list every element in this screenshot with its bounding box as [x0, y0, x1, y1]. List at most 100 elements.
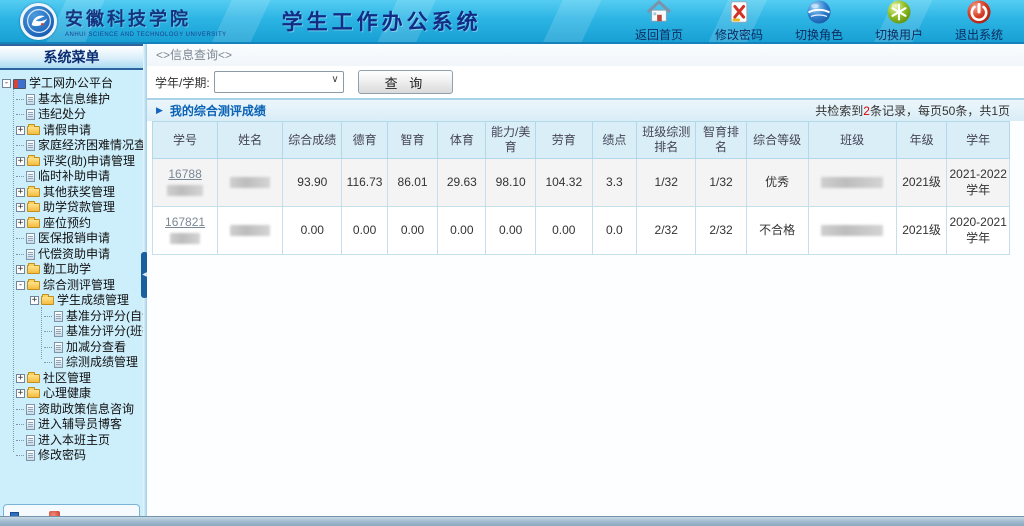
sidebar: 系统菜单 -学工网办公平台基本信息维护违纪处分+请假申请家庭经济困难情况查看+评… [0, 44, 143, 516]
tree-expander-icon[interactable]: - [2, 79, 11, 88]
tree-expander-icon[interactable]: + [16, 374, 25, 383]
sidebar-title: 系统菜单 [0, 44, 143, 70]
cell-intel-rank: 2/32 [696, 207, 747, 255]
sidebar-item-label: 座位预约 [43, 216, 91, 232]
folder-closed-icon [27, 126, 40, 135]
section-title: 我的综合测评成绩 [170, 102, 266, 119]
cell-academic-year: 2021-2022学年 [947, 159, 1010, 207]
school-name-en: ANHUI SCIENCE AND TECHNOLOGY UNIVERSITY [65, 32, 227, 38]
sidebar-item[interactable]: 临时补助申请 [0, 169, 143, 185]
sidebar-item[interactable]: +勤工助学 [0, 262, 143, 278]
sidebar-item[interactable]: 进入辅导员博客 [0, 417, 143, 433]
sidebar-item[interactable]: +其他获奖管理 [0, 185, 143, 201]
tree-expander-icon[interactable]: + [16, 389, 25, 398]
sidebar-item[interactable]: +助学贷款管理 [0, 200, 143, 216]
sidebar-item-label: 修改密码 [38, 448, 86, 464]
score-table: 学号姓名综合成绩德育智育体育能力/美育劳育绩点班级综测排名智育排名综合等级班级年… [152, 121, 1010, 255]
sidebar-item[interactable]: 家庭经济困难情况查看 [0, 138, 143, 154]
document-icon [26, 435, 35, 446]
record-count: 共检索到2条记录，每页50条，共1页 [815, 102, 1010, 119]
tree-expander-icon[interactable]: + [16, 188, 25, 197]
sidebar-item-label: 学生成绩管理 [57, 293, 129, 309]
document-icon [26, 419, 35, 430]
sidebar-item[interactable]: 资助政策信息咨询 [0, 402, 143, 418]
column-header: 能力/美育 [486, 122, 536, 159]
document-icon [26, 249, 35, 260]
top-action-password[interactable]: 修改密码 [710, 0, 768, 43]
tree-connector [16, 440, 24, 441]
column-header: 智育 [387, 122, 438, 159]
document-icon [26, 94, 35, 105]
cell-score: 0.00 [387, 207, 438, 255]
top-action-label: 切换角色 [795, 26, 843, 43]
tree-connector [44, 347, 52, 348]
top-action-label: 切换用户 [875, 26, 923, 43]
sidebar-item[interactable]: 综测成绩管理 [0, 355, 143, 371]
sidebar-item[interactable]: 基本信息维护 [0, 92, 143, 108]
tree-expander-icon[interactable]: + [16, 219, 25, 228]
tree-expander-icon[interactable]: - [16, 281, 25, 290]
cell-academic-year: 2020-2021学年 [947, 207, 1010, 255]
platform-icon [13, 79, 26, 89]
brand-area: 安徽科技学院 ANHUI SCIENCE AND TECHNOLOGY UNIV… [20, 3, 227, 40]
sidebar-item[interactable]: 基准分评分(自评) [0, 309, 143, 325]
student-id-link[interactable]: 167821 [165, 215, 205, 229]
sidebar-item[interactable]: +社区管理 [0, 371, 143, 387]
sidebar-item[interactable]: 修改密码 [0, 448, 143, 464]
top-action-home[interactable]: 返回首页 [630, 0, 688, 43]
window-bottom-bar [0, 516, 1024, 526]
tree-expander-icon[interactable]: + [16, 265, 25, 274]
sidebar-item[interactable]: -学工网办公平台 [0, 76, 143, 92]
cell-score: 29.63 [438, 159, 486, 207]
top-action-label: 退出系统 [955, 26, 1003, 43]
system-title: 学生工作办公系统 [282, 6, 482, 36]
folder-closed-icon [27, 219, 40, 228]
column-header: 年级 [896, 122, 947, 159]
sidebar-item[interactable]: +请假申请 [0, 123, 143, 139]
power-icon [966, 0, 992, 25]
section-expander-icon[interactable]: ▶ [156, 105, 163, 116]
cell-score: 0.00 [438, 207, 486, 255]
sidebar-item[interactable]: 基准分评分(班委) [0, 324, 143, 340]
sidebar-item[interactable]: 医保报销申请 [0, 231, 143, 247]
sidebar-item[interactable]: +评奖(助)申请管理 [0, 154, 143, 170]
top-action-user[interactable]: 切换用户 [870, 0, 928, 43]
top-action-exit[interactable]: 退出系统 [950, 0, 1008, 43]
top-action-label: 修改密码 [715, 26, 763, 43]
cell-student-id: 167821 [153, 207, 218, 255]
tree-expander-icon[interactable]: + [16, 126, 25, 135]
document-icon [26, 450, 35, 461]
sidebar-item[interactable]: + 学生成绩管理 [0, 293, 143, 309]
sidebar-item[interactable]: + 座位预约 [0, 216, 143, 232]
tree-expander-icon[interactable]: + [16, 157, 25, 166]
section-header: ▶ 我的综合测评成绩 共检索到2条记录，每页50条，共1页 [147, 98, 1024, 121]
query-form: 学年/学期: ∨ 查 询 [147, 66, 1024, 98]
column-header: 班级 [808, 122, 896, 159]
record-count-prefix: 共检索到 [815, 104, 863, 118]
sidebar-item[interactable]: 加减分查看 [0, 340, 143, 356]
sidebar-item[interactable]: 进入本班主页 [0, 433, 143, 449]
tree-expander-icon[interactable]: + [30, 296, 39, 305]
folder-closed-icon [27, 374, 40, 383]
folder-open-icon [41, 296, 54, 305]
cell-grade-year: 2021级 [896, 207, 947, 255]
sidebar-footer-toolbar[interactable] [3, 504, 140, 516]
record-count-number: 2 [863, 104, 870, 118]
cell-gpa: 0.0 [592, 207, 637, 255]
cell-class-rank: 2/32 [637, 207, 696, 255]
semester-select[interactable] [214, 71, 344, 93]
cell-class [808, 207, 896, 255]
tree-expander-icon[interactable]: + [16, 203, 25, 212]
sidebar-item-label: 临时补助申请 [38, 169, 110, 185]
student-id-link[interactable]: 16788 [168, 167, 201, 181]
tree-connector [16, 99, 24, 100]
sidebar-item[interactable]: 代偿资助申请 [0, 247, 143, 263]
folder-open-icon [27, 281, 40, 290]
document-icon [54, 326, 63, 337]
sidebar-item[interactable]: -综合测评管理 [0, 278, 143, 294]
top-action-role[interactable]: 切换角色 [790, 0, 848, 43]
cell-grade: 不合格 [746, 207, 808, 255]
sidebar-item[interactable]: 违纪处分 [0, 107, 143, 123]
query-button[interactable]: 查 询 [358, 70, 454, 94]
sidebar-item[interactable]: +心理健康 [0, 386, 143, 402]
